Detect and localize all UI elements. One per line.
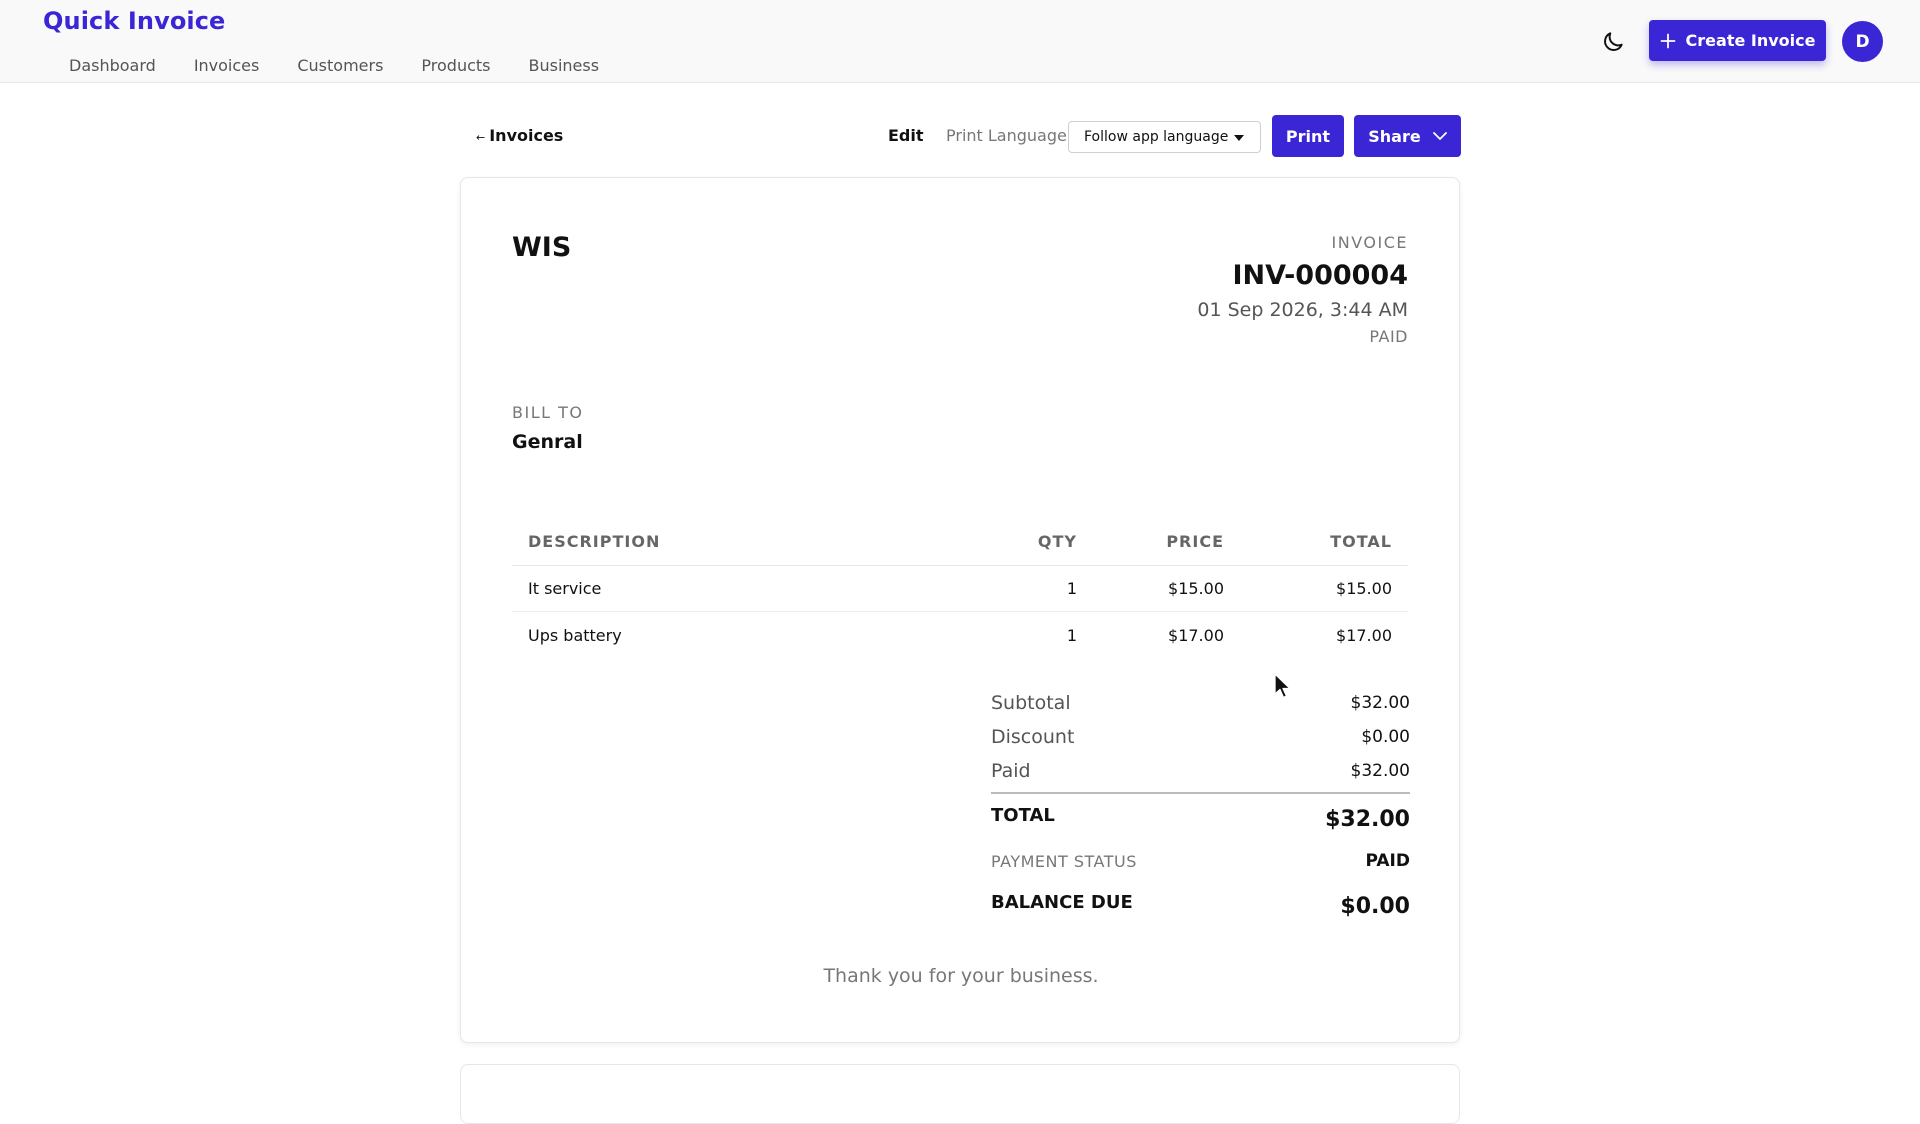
app-title[interactable]: Quick Invoice (43, 7, 225, 35)
item-description: It service (528, 579, 602, 598)
moon-icon (1604, 32, 1623, 51)
balance-due-label: BALANCE DUE (991, 891, 1133, 913)
discount-value: $0.00 (1361, 727, 1410, 747)
table-row: It service 1 $15.00 $15.00 (512, 566, 1408, 612)
item-qty: 1 (1066, 579, 1077, 598)
print-language-label: Print Language: (946, 126, 1073, 145)
paid-label: Paid (991, 760, 1031, 782)
caret-down-icon (1234, 135, 1245, 141)
item-total: $17.00 (1336, 625, 1392, 645)
col-price: PRICE (1166, 532, 1224, 551)
invoice-date: 01 Sep 2026, 3:44 AM (1197, 299, 1408, 321)
totals-summary: Subtotal $32.00 Discount $0.00 Paid $32.… (991, 686, 1410, 934)
discount-row: Discount $0.00 (991, 720, 1410, 754)
total-value: $32.00 (1325, 806, 1410, 832)
payment-status-value: PAID (1365, 851, 1411, 871)
share-label: Share (1368, 126, 1421, 146)
main-nav: Dashboard Invoices Customers Products Bu… (69, 56, 637, 75)
share-button[interactable]: Share (1354, 115, 1461, 157)
invoice-card: WIS INVOICE INV-000004 01 Sep 2026, 3:44… (460, 177, 1460, 1043)
total-label: TOTAL (991, 804, 1055, 826)
items-table-header: DESCRIPTION QTY PRICE TOTAL (512, 518, 1408, 566)
col-description: DESCRIPTION (528, 532, 661, 551)
back-to-invoices-link[interactable]: ← Invoices (476, 126, 563, 145)
nav-business[interactable]: Business (529, 56, 600, 75)
invoice-status: PAID (1369, 327, 1408, 346)
discount-label: Discount (991, 726, 1075, 748)
edit-button[interactable]: Edit (888, 126, 924, 145)
customer-name: Genral (512, 431, 583, 453)
col-qty: QTY (1037, 532, 1077, 551)
paid-row: Paid $32.00 (991, 754, 1410, 788)
print-language-select[interactable]: Follow app language (1068, 121, 1261, 153)
chevron-down-icon (1432, 131, 1447, 140)
theme-toggle-button[interactable] (1597, 26, 1629, 58)
create-invoice-label: Create Invoice (1685, 31, 1816, 50)
item-price: $17.00 (1168, 625, 1224, 645)
invoice-label: INVOICE (1331, 233, 1408, 252)
items-table-body: It service 1 $15.00 $15.00 Ups battery 1… (512, 566, 1408, 658)
invoice-number: INV-000004 (1232, 260, 1409, 291)
table-row: Ups battery 1 $17.00 $17.00 (512, 612, 1408, 658)
paid-value: $32.00 (1350, 761, 1410, 781)
subtotal-label: Subtotal (991, 692, 1071, 714)
bill-to-label: BILL TO (512, 403, 584, 422)
print-button[interactable]: Print (1272, 115, 1344, 157)
balance-due-row: BALANCE DUE $0.00 (991, 878, 1410, 934)
item-total: $15.00 (1336, 579, 1392, 598)
back-link-label: Invoices (489, 126, 564, 145)
secondary-card (460, 1064, 1460, 1124)
top-bar: Quick Invoice Dashboard Invoices Custome… (0, 0, 1920, 83)
item-price: $15.00 (1168, 579, 1224, 598)
payment-status-label: PAYMENT STATUS (991, 851, 1137, 871)
nav-customers[interactable]: Customers (297, 56, 383, 75)
thank-you-note: Thank you for your business. (823, 965, 1099, 987)
subtotal-row: Subtotal $32.00 (991, 686, 1410, 720)
nav-products[interactable]: Products (421, 56, 490, 75)
subtotal-value: $32.00 (1350, 693, 1410, 713)
print-language-value: Follow app language (1084, 129, 1229, 145)
mouse-cursor-icon (1274, 673, 1291, 699)
payment-status-row: PAYMENT STATUS PAID (991, 844, 1410, 878)
item-description: Ups battery (528, 625, 622, 645)
invoice-meta: INVOICE INV-000004 01 Sep 2026, 3:44 AM … (1197, 232, 1408, 348)
item-qty: 1 (1066, 625, 1077, 645)
plus-icon (1660, 33, 1675, 48)
col-total: TOTAL (1330, 532, 1392, 551)
create-invoice-button[interactable]: Create Invoice (1649, 20, 1826, 61)
nav-dashboard[interactable]: Dashboard (69, 56, 156, 75)
avatar[interactable]: D (1842, 21, 1883, 62)
nav-invoices[interactable]: Invoices (194, 56, 260, 75)
total-row: TOTAL $32.00 (991, 794, 1410, 844)
balance-due-value: $0.00 (1340, 893, 1410, 919)
business-name: WIS (512, 232, 572, 263)
back-arrow-icon: ← (476, 131, 486, 144)
